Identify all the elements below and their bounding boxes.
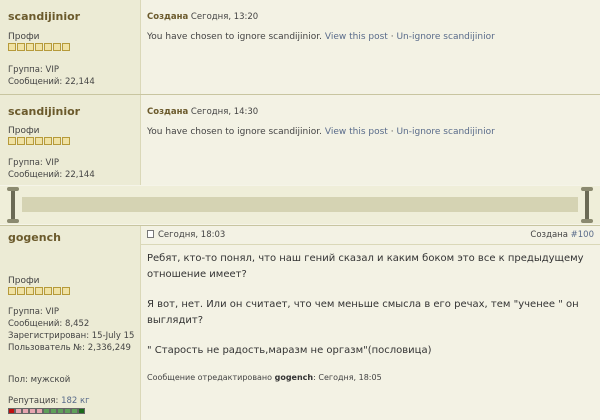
post-2-rank-stars xyxy=(8,137,70,145)
star-icon xyxy=(35,137,43,145)
post-3-paragraph: Ребят, кто-то понял, что наш гений сказа… xyxy=(147,253,584,280)
star-icon xyxy=(62,43,70,51)
post-1-view-post-link[interactable]: View this post xyxy=(325,32,388,42)
post-1-rank-stars xyxy=(8,43,70,51)
post-3-reputation-value[interactable]: 182 кг xyxy=(61,396,90,406)
post-1-unignore-link[interactable]: Un-ignore scandijinior xyxy=(396,32,494,42)
post-1-username[interactable]: scandijinior xyxy=(8,10,80,23)
post-3-author-info: Группа: VIP Сообщений: 8,452 Зарегистрир… xyxy=(8,306,134,354)
post-1-author-panel: scandijinior Профи Группа: VIP Сообщений… xyxy=(0,0,141,94)
star-icon xyxy=(17,43,25,51)
star-icon xyxy=(17,137,25,145)
star-icon xyxy=(26,287,34,295)
post-1-body: Создана Сегодня, 13:20 You have chosen t… xyxy=(141,0,600,94)
post-3-edit-prefix: Сообщение отредактировано xyxy=(147,373,273,382)
post-3-body: Ребят, кто-то понял, что наш гений сказа… xyxy=(141,225,600,420)
star-icon xyxy=(53,137,61,145)
post-2-username[interactable]: scandijinior xyxy=(8,105,80,118)
star-icon xyxy=(8,287,16,295)
post-1-group: Группа: VIP xyxy=(8,65,59,75)
post-2-author-panel: scandijinior Профи Группа: VIP Сообщений… xyxy=(0,95,141,185)
reputation-plus-icon[interactable] xyxy=(78,408,85,414)
post-1-ignore-notice: You have chosen to ignore scandijinior. … xyxy=(147,32,495,42)
post-2-messages: Сообщений: 22,144 xyxy=(8,170,95,180)
post-3-rank: Профи xyxy=(8,276,40,286)
star-icon xyxy=(8,43,16,51)
post-3-user-number: Пользователь №: 2,336,249 xyxy=(8,343,131,353)
star-icon xyxy=(53,43,61,51)
post-2-unignore-link[interactable]: Un-ignore scandijinior xyxy=(396,127,494,137)
scroll-divider xyxy=(0,186,600,224)
post-2-ignore-text: You have chosen to ignore scandijinior. xyxy=(147,127,323,137)
star-icon xyxy=(44,43,52,51)
post-2-rank: Профи xyxy=(8,126,40,136)
star-icon xyxy=(26,43,34,51)
post-2-author-info: Группа: VIP Сообщений: 22,144 xyxy=(8,157,95,181)
post-2-view-post-link[interactable]: View this post xyxy=(325,127,388,137)
post-3-group: Группа: VIP xyxy=(8,307,59,317)
post-2-body: Создана Сегодня, 14:30 You have chosen t… xyxy=(141,95,600,185)
post-3-author-panel: gogench Профи Группа: VIP Сообщений: 8,4… xyxy=(0,226,141,420)
star-icon xyxy=(17,287,25,295)
post-1-created-label: Создана xyxy=(147,12,189,22)
post-3: gogench Профи Группа: VIP Сообщений: 8,4… xyxy=(0,225,600,420)
post-1-messages: Сообщений: 22,144 xyxy=(8,77,95,87)
post-3-reputation-label: Репутация: xyxy=(8,396,59,406)
star-icon xyxy=(62,287,70,295)
post-3-reputation-bar xyxy=(8,408,85,414)
post-3-text: Ребят, кто-то понял, что наш гений сказа… xyxy=(147,251,587,373)
reputation-minus-icon[interactable] xyxy=(8,408,15,414)
star-icon xyxy=(53,287,61,295)
post-3-paragraph: " Старость не радость,маразм не оргазм"(… xyxy=(147,345,432,356)
star-icon xyxy=(8,137,16,145)
post-3-gender: Пол: мужской xyxy=(8,375,71,385)
divider-band xyxy=(22,197,578,212)
scroll-divider-icon xyxy=(580,186,594,224)
post-2-date: Сегодня, 14:30 xyxy=(188,107,259,117)
post-3-messages: Сообщений: 8,452 xyxy=(8,319,90,329)
post-1-author-info: Группа: VIP Сообщений: 22,144 xyxy=(8,64,95,88)
scroll-divider-icon xyxy=(6,186,20,224)
star-icon xyxy=(35,287,43,295)
post-3-reputation: Репутация: 182 кг xyxy=(8,395,90,407)
post-3-edit-time: : Сегодня, 18:05 xyxy=(313,373,382,382)
post-3-rank-stars xyxy=(8,287,70,295)
post-1-header: Создана Сегодня, 13:20 xyxy=(147,12,258,22)
post-3-registered: Зарегистрирован: 15-July 15 xyxy=(8,331,135,341)
post-2-header: Создана Сегодня, 14:30 xyxy=(147,107,258,117)
post-2: scandijinior Профи Группа: VIP Сообщений… xyxy=(0,95,600,185)
post-1-ignore-text: You have chosen to ignore scandijinior. xyxy=(147,32,323,42)
post-3-editor: gogench xyxy=(274,373,314,382)
star-icon xyxy=(26,137,34,145)
post-1-date: Сегодня, 13:20 xyxy=(188,12,259,22)
post-2-ignore-notice: You have chosen to ignore scandijinior. … xyxy=(147,127,495,137)
star-icon xyxy=(44,287,52,295)
post-3-edit-note: Сообщение отредактировано gogench: Сегод… xyxy=(147,373,382,382)
star-icon xyxy=(62,137,70,145)
post-1: scandijinior Профи Группа: VIP Сообщений… xyxy=(0,0,600,94)
post-2-created-label: Создана xyxy=(147,107,189,117)
star-icon xyxy=(44,137,52,145)
star-icon xyxy=(35,43,43,51)
post-1-rank: Профи xyxy=(8,32,40,42)
post-3-paragraph: Я вот, нет. Или он считает, что чем мень… xyxy=(147,299,579,326)
post-3-username[interactable]: gogench xyxy=(8,231,61,244)
post-2-group: Группа: VIP xyxy=(8,158,59,168)
